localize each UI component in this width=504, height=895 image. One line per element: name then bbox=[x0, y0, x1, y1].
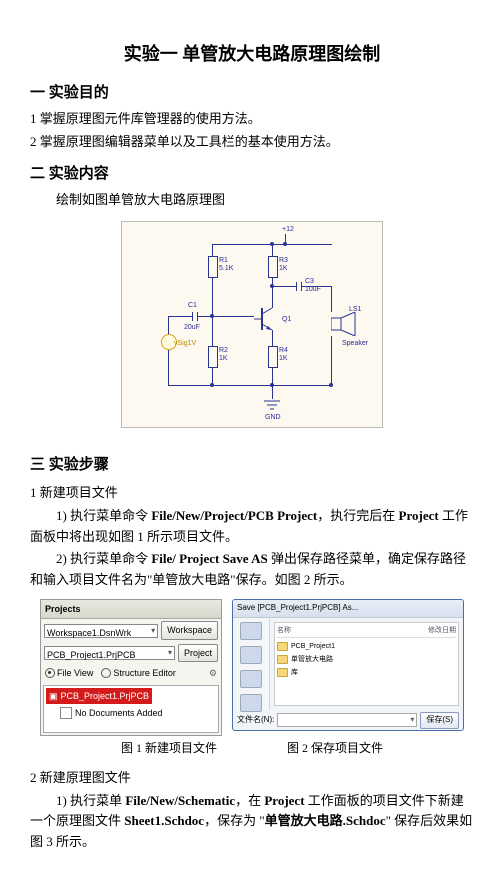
filename-input[interactable] bbox=[277, 713, 417, 727]
places-bar[interactable] bbox=[233, 618, 270, 710]
caption-fig1: 图 1 新建项目文件 bbox=[121, 739, 217, 758]
list-item[interactable]: PCB_Project1 bbox=[277, 640, 456, 653]
label-q1: Q1 bbox=[282, 314, 291, 325]
caption-fig2: 图 2 保存项目文件 bbox=[287, 739, 383, 758]
step-1: 1 新建项目文件 bbox=[30, 483, 474, 504]
settings-icon[interactable]: ⚙ bbox=[209, 666, 217, 680]
ground-icon bbox=[262, 399, 282, 413]
workspace-button[interactable]: Workspace bbox=[161, 621, 218, 639]
list-item[interactable]: 单管放大电路 bbox=[277, 653, 456, 666]
label-vcc: +12 bbox=[282, 224, 294, 235]
heading-purpose: 一 实验目的 bbox=[30, 81, 474, 105]
save-button[interactable]: 保存(S) bbox=[420, 712, 459, 729]
tree-no-docs: No Documents Added bbox=[60, 706, 216, 720]
step-1a: 1) 执行菜单命令 File/New/Project/PCB Project，执… bbox=[30, 506, 474, 548]
label-c1: C1 bbox=[188, 300, 197, 311]
projects-panel: Projects Workspace1.DsnWrk Workspace PCB… bbox=[40, 599, 222, 736]
label-r3v: 1K bbox=[279, 263, 288, 274]
file-list[interactable]: 名称 修改日期 PCB_Project1 单管放大电路 库 bbox=[274, 622, 459, 706]
label-r2v: 1K bbox=[219, 353, 228, 364]
project-tree[interactable]: ▣ PCB_Project1.PrjPCB No Documents Added bbox=[43, 685, 219, 733]
label-ls1: LS1 bbox=[349, 304, 361, 315]
label-c1v: 20uF bbox=[184, 322, 200, 333]
step-2: 2 新建原理图文件 bbox=[30, 768, 474, 789]
circuit-figure: +12 R1 5.1K R3 1K C3 10uF bbox=[30, 221, 474, 435]
list-item[interactable]: 库 bbox=[277, 666, 456, 679]
project-dropdown[interactable]: PCB_Project1.PrjPCB bbox=[44, 646, 175, 660]
label-r4v: 1K bbox=[279, 353, 288, 364]
project-button[interactable]: Project bbox=[178, 644, 218, 662]
speaker-icon bbox=[331, 312, 365, 341]
purpose-item-1: 1 掌握原理图元件库管理器的使用方法。 bbox=[30, 109, 474, 130]
document-icon bbox=[60, 707, 72, 719]
radio-structure-editor[interactable]: Structure Editor bbox=[101, 666, 176, 680]
save-dialog-title: Save [PCB_Project1.PrjPCB] As... bbox=[233, 600, 463, 618]
label-r1v: 5.1K bbox=[219, 263, 233, 274]
content-line: 绘制如图单管放大电路原理图 bbox=[30, 190, 474, 211]
save-dialog: Save [PCB_Project1.PrjPCB] As... 名称 修改日期… bbox=[232, 599, 464, 731]
doc-title: 实验一 单管放大电路原理图绘制 bbox=[30, 40, 474, 69]
purpose-item-2: 2 掌握原理图编辑器菜单以及工具栏的基本使用方法。 bbox=[30, 132, 474, 153]
filename-label: 文件名(N): bbox=[237, 714, 274, 727]
transistor-icon bbox=[254, 304, 284, 334]
radio-file-view[interactable]: File View bbox=[45, 666, 93, 680]
col-name[interactable]: 名称 bbox=[277, 625, 291, 636]
step-1b: 2) 执行菜单命令 File/ Project Save AS 弹出保存路径菜单… bbox=[30, 549, 474, 591]
step-2a: 1) 执行菜单 File/New/Schematic，在 Project 工作面… bbox=[30, 791, 474, 853]
heading-content: 二 实验内容 bbox=[30, 162, 474, 186]
label-src: vSig1V bbox=[174, 338, 196, 349]
projects-panel-header: Projects bbox=[41, 600, 221, 619]
col-date[interactable]: 修改日期 bbox=[428, 625, 456, 636]
workspace-dropdown[interactable]: Workspace1.DsnWrk bbox=[44, 624, 158, 638]
label-speaker: Speaker bbox=[342, 338, 368, 349]
tree-project-item[interactable]: ▣ PCB_Project1.PrjPCB bbox=[46, 688, 152, 704]
label-gnd: GND bbox=[265, 412, 281, 423]
heading-steps: 三 实验步骤 bbox=[30, 453, 474, 477]
